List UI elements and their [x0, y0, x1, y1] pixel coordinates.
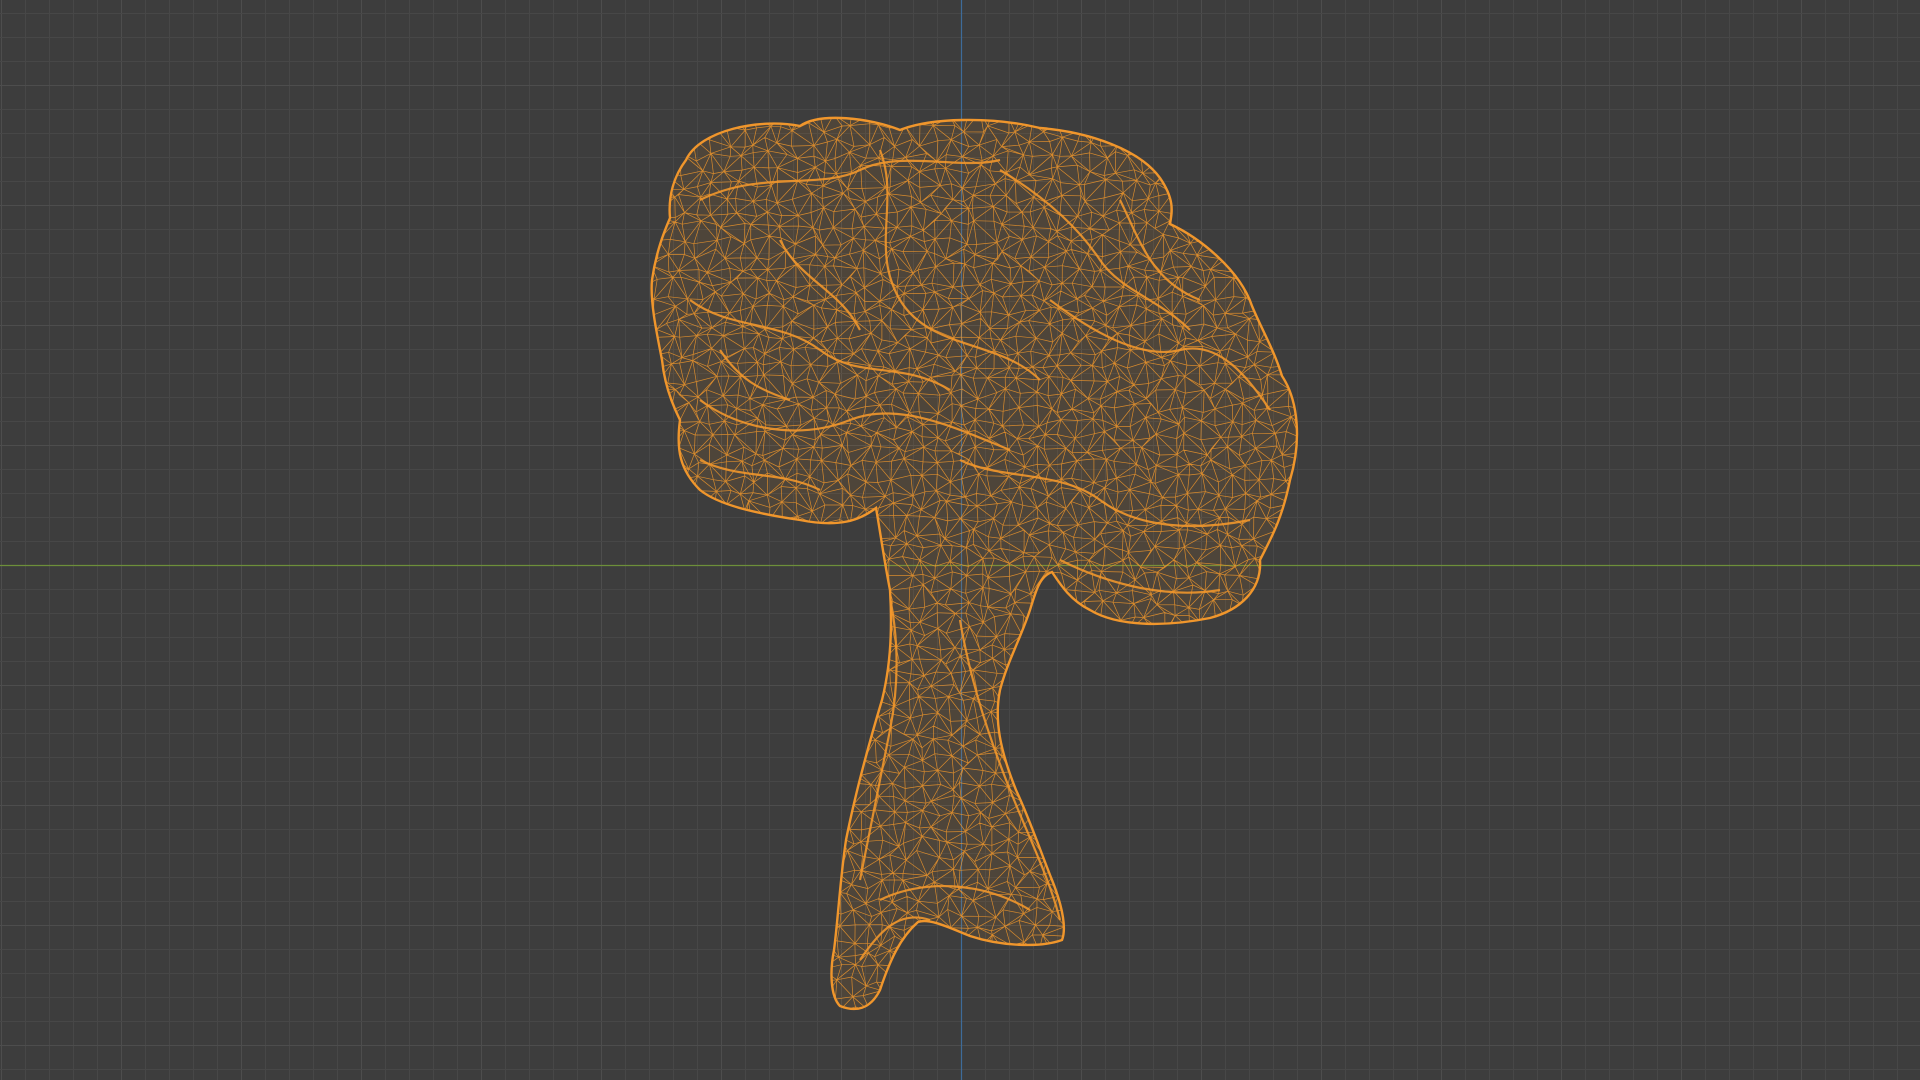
wireframe-brain-mesh[interactable] [0, 0, 1920, 1080]
3d-viewport[interactable] [0, 0, 1920, 1080]
